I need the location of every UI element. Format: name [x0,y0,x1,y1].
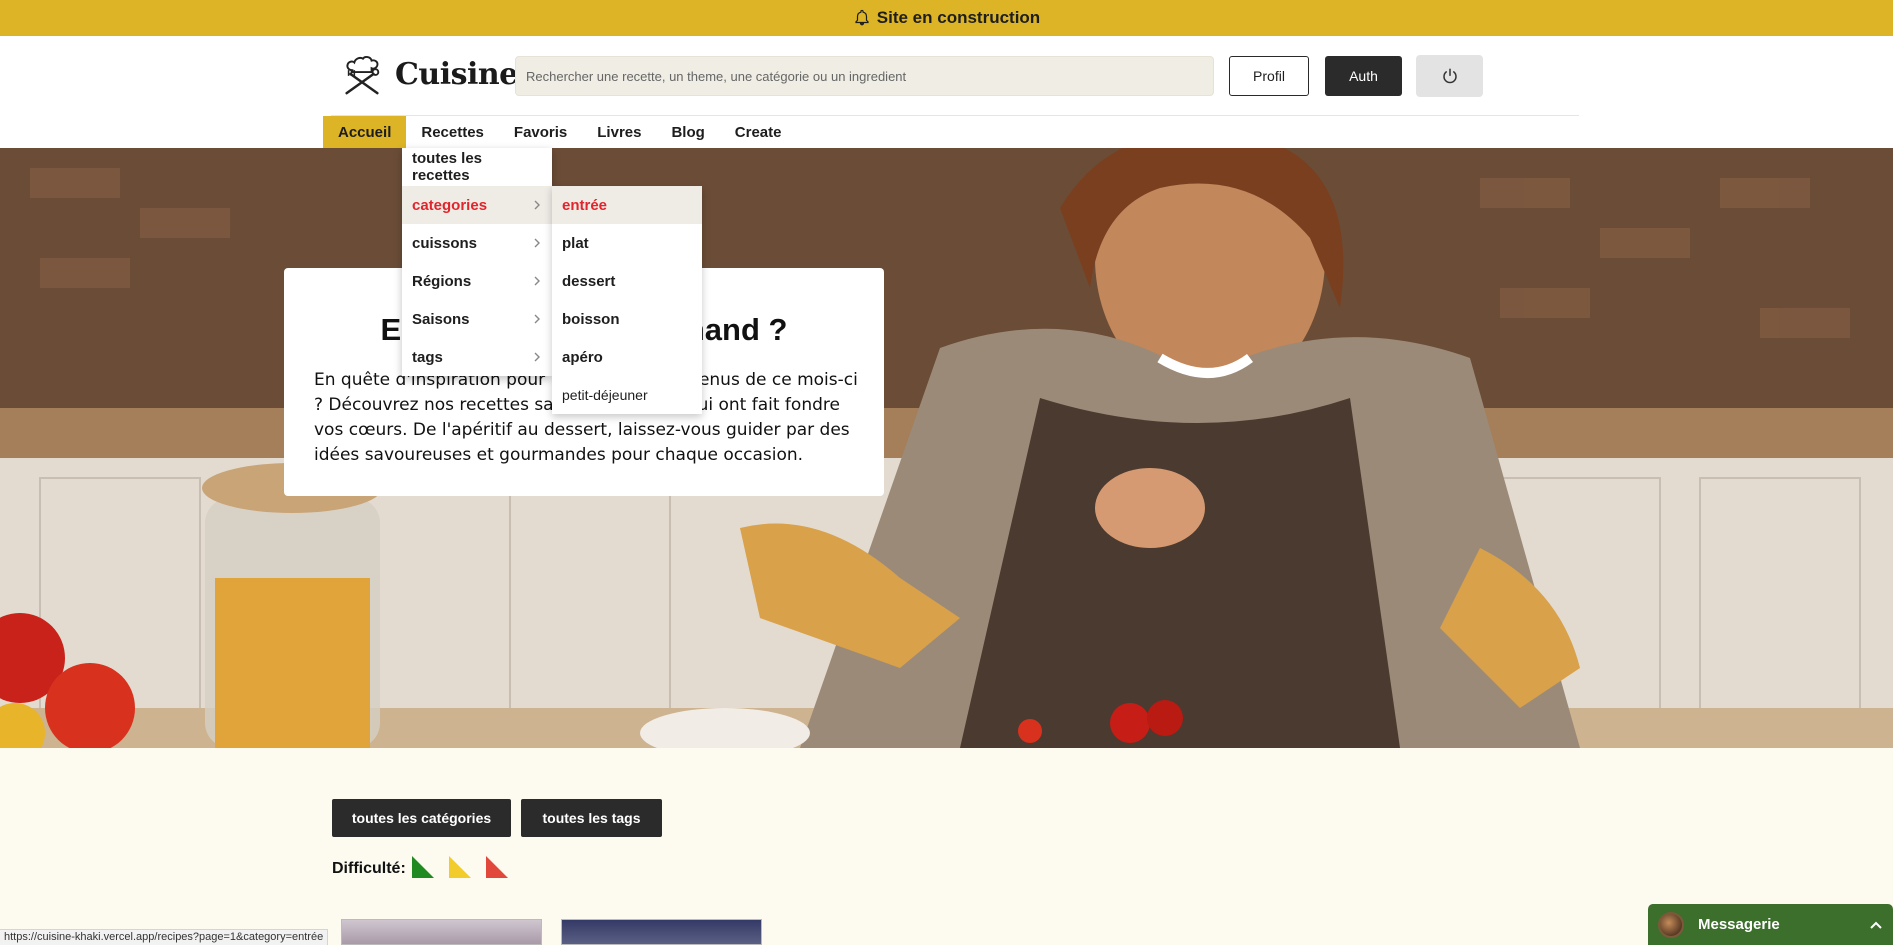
chevron-right-icon [534,200,540,210]
menu-item-label: tags [412,348,443,366]
submenu-item-entree[interactable]: entrée [552,186,702,224]
main-nav: Accueil Recettes Favoris Livres Blog Cre… [323,116,797,148]
chevron-up-icon[interactable] [1869,918,1883,932]
logo-text: Cuisine [395,56,518,92]
site-logo[interactable]: Cuisine [339,50,518,98]
chevron-right-icon [534,352,540,362]
menu-item-categories[interactable]: categories [402,186,552,224]
all-tags-button[interactable]: toutes les tags [521,799,662,837]
submenu-item-dessert[interactable]: dessert [552,262,702,300]
submenu-item-petit-dejeuner[interactable]: petit-déjeuner [552,376,702,414]
auth-button[interactable]: Auth [1325,56,1402,96]
menu-item-cuissons[interactable]: cuissons [402,224,552,262]
categories-submenu: entrée plat dessert boisson apéro petit-… [552,186,702,414]
banner-text: Site en construction [876,8,1041,27]
nav-item-accueil[interactable]: Accueil [323,116,407,148]
submenu-item-plat[interactable]: plat [552,224,702,262]
nav-item-recettes[interactable]: Recettes [406,116,499,148]
difficulty-medium-icon[interactable] [447,854,473,880]
recettes-dropdown: toutes les recettes categories cuissons … [402,148,552,376]
menu-item-tags[interactable]: tags [402,338,552,376]
submenu-item-apero[interactable]: apéro [552,338,702,376]
site-header: Cuisine Profil Auth Accueil Recettes Fav… [0,36,1893,148]
search-input[interactable] [515,56,1214,96]
nav-item-livres[interactable]: Livres [582,116,656,148]
menu-item-label: Régions [412,272,472,290]
chevron-right-icon [534,276,540,286]
chevron-right-icon [534,314,540,324]
all-categories-button[interactable]: toutes les catégories [332,799,511,837]
nav-item-blog[interactable]: Blog [656,116,719,148]
difficulty-label: Difficulté: [332,860,406,877]
nav-item-create[interactable]: Create [720,116,797,148]
status-url: https://cuisine-khaki.vercel.app/recipes… [0,929,329,945]
menu-item-label: categories [412,196,488,214]
power-button[interactable] [1416,55,1483,97]
menu-item-regions[interactable]: Régions [402,262,552,300]
chef-hat-utensils-icon [345,56,380,95]
menu-item-label: toutes les recettes [412,150,483,184]
menu-item-saisons[interactable]: Saisons [402,300,552,338]
difficulty-easy-icon[interactable] [410,854,436,880]
construction-banner: Site en construction [0,0,1893,36]
recipe-card-thumbnail[interactable] [341,919,542,945]
recipe-card-thumbnail[interactable] [561,919,762,945]
bell-icon [855,9,869,26]
menu-item-label: cuissons [412,234,478,252]
messagerie-label: Messagerie [1698,916,1780,933]
submenu-item-boisson[interactable]: boisson [552,300,702,338]
difficulty-filter [410,854,510,880]
power-icon [1442,68,1457,84]
nav-item-favoris[interactable]: Favoris [499,116,582,148]
difficulty-hard-icon[interactable] [484,854,510,880]
avatar [1658,911,1684,938]
chevron-right-icon [534,238,540,248]
profil-button[interactable]: Profil [1229,56,1309,96]
messagerie-widget[interactable]: Messagerie [1648,904,1893,945]
menu-item-toutes-recettes[interactable]: toutes les recettes [402,148,552,186]
menu-item-label: Saisons [412,310,470,328]
